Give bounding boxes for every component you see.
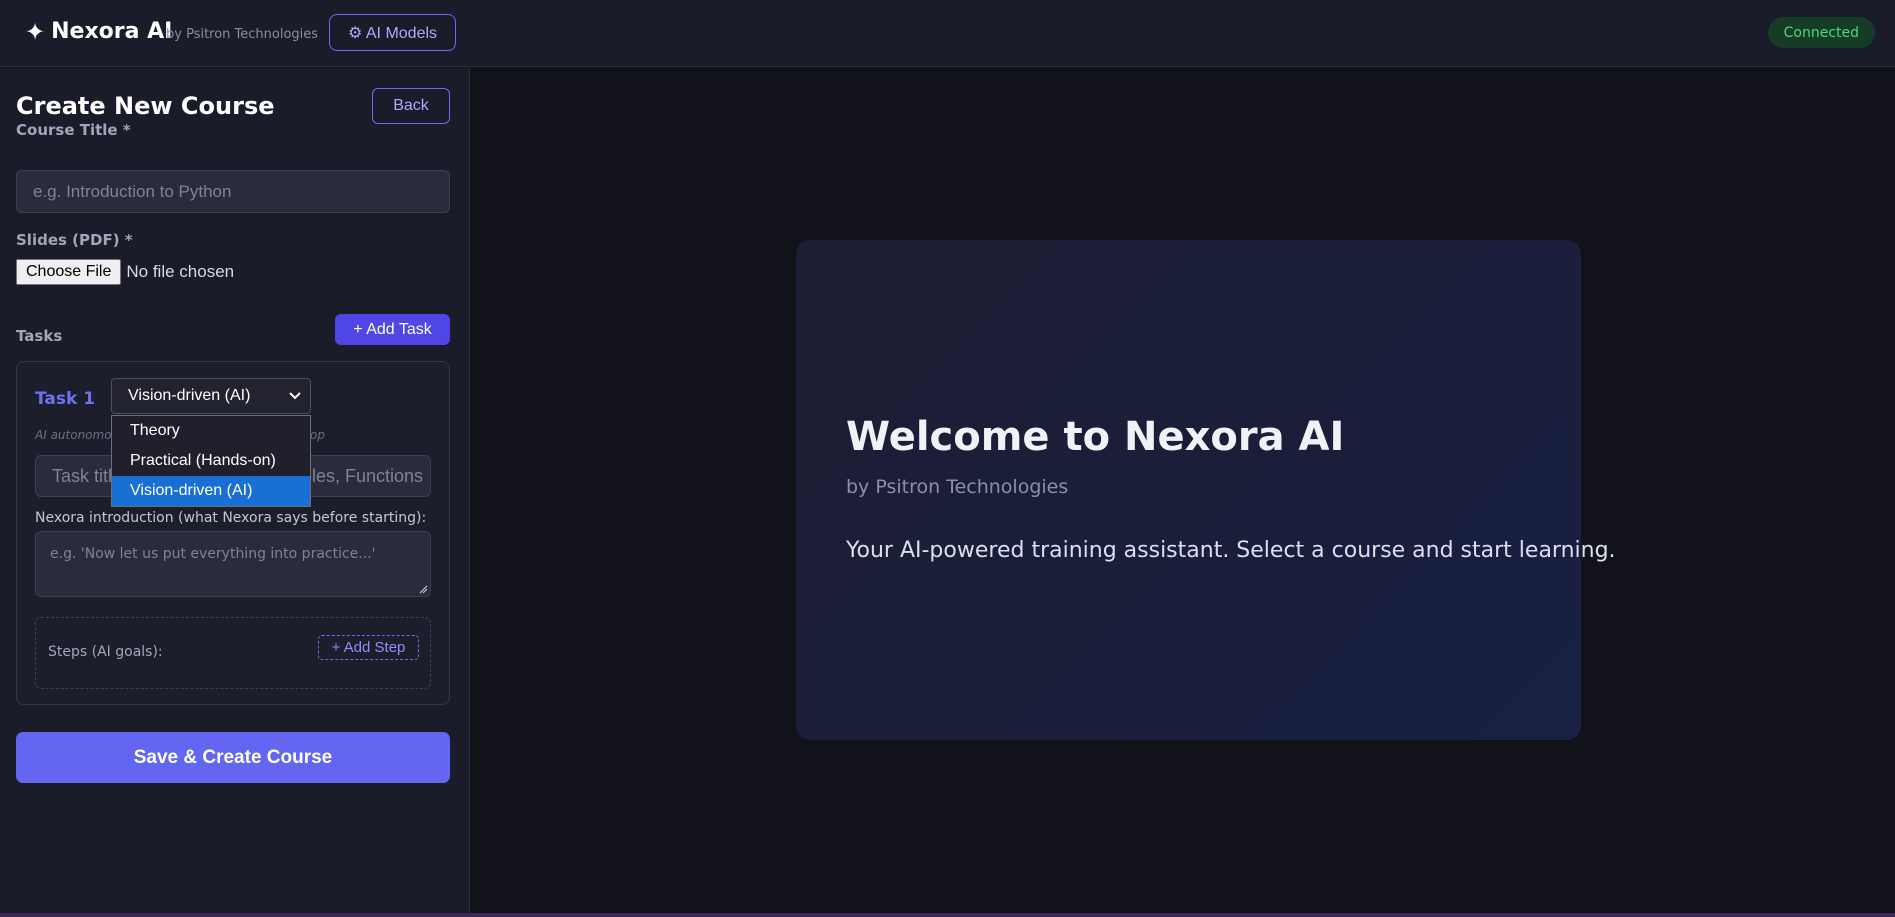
course-title-placeholder: e.g. Introduction to Python [33,181,232,201]
course-title-input[interactable]: e.g. Introduction to Python [16,170,450,213]
back-button[interactable]: Back [372,88,450,124]
steps-section: Steps (AI goals): + Add Step [35,617,431,689]
dropdown-option-theory[interactable]: Theory [112,416,310,446]
connection-status-badge: Connected [1767,17,1875,48]
task-hint-text: AI autonomo [35,428,112,442]
task-type-select[interactable]: Vision-driven (AI) [111,378,311,414]
intro-label: Nexora introduction (what Nexora says be… [35,510,427,526]
intro-textarea[interactable]: e.g. 'Now let us put everything into pra… [35,531,431,597]
dropdown-option-practical[interactable]: Practical (Hands-on) [112,446,310,476]
sparkle-icon: ✦ [25,17,46,46]
task-hint-text-end: op [310,428,325,442]
bottom-divider [0,913,1895,917]
app-logo: ✦ Nexora AI [25,19,172,44]
header-byline: by Psitron Technologies [166,27,319,42]
task-name: Task 1 [35,389,96,409]
task-type-dropdown: Theory Practical (Hands-on) Vision-drive… [111,415,311,507]
task-type-value: Vision-driven (AI) [128,387,251,404]
task-card: Task 1 Vision-driven (AI) AI autonomo op… [16,361,450,705]
file-status-text: No file chosen [126,262,235,281]
welcome-title: Welcome to Nexora AI [846,414,1345,460]
task-title-placeholder: Task titl [52,465,113,486]
app-name: Nexora AI [51,19,173,44]
chevron-down-icon [289,392,301,400]
choose-file-button[interactable]: Choose File [16,259,122,285]
add-step-button[interactable]: + Add Step [318,635,419,660]
welcome-description: Your AI-powered training assistant. Sele… [846,538,1616,563]
page-title: Create New Course [16,92,275,120]
task-title-placeholder-end: bles, Functions [302,466,424,486]
save-create-course-button[interactable]: Save & Create Course [16,732,450,783]
resize-handle-icon[interactable] [419,585,428,594]
welcome-card: Welcome to Nexora AI by Psitron Technolo… [796,240,1616,740]
tasks-label: Tasks [16,327,63,345]
top-bar: ✦ Nexora AI by Psitron Technologies ⚙ AI… [0,0,1895,67]
steps-label: Steps (AI goals): [48,644,163,660]
ai-models-button[interactable]: ⚙ AI Models [329,14,456,51]
slides-label: Slides (PDF) * [16,231,133,249]
dropdown-option-vision[interactable]: Vision-driven (AI) [112,476,310,506]
intro-placeholder: e.g. 'Now let us put everything into pra… [50,546,376,562]
ai-models-label: ⚙ AI Models [347,24,438,42]
add-task-button[interactable]: + Add Task [335,314,450,345]
slides-file-input[interactable]: Choose File No file chosen [16,259,234,285]
welcome-byline: by Psitron Technologies [846,476,1069,498]
course-title-label: Course Title * [16,121,131,139]
